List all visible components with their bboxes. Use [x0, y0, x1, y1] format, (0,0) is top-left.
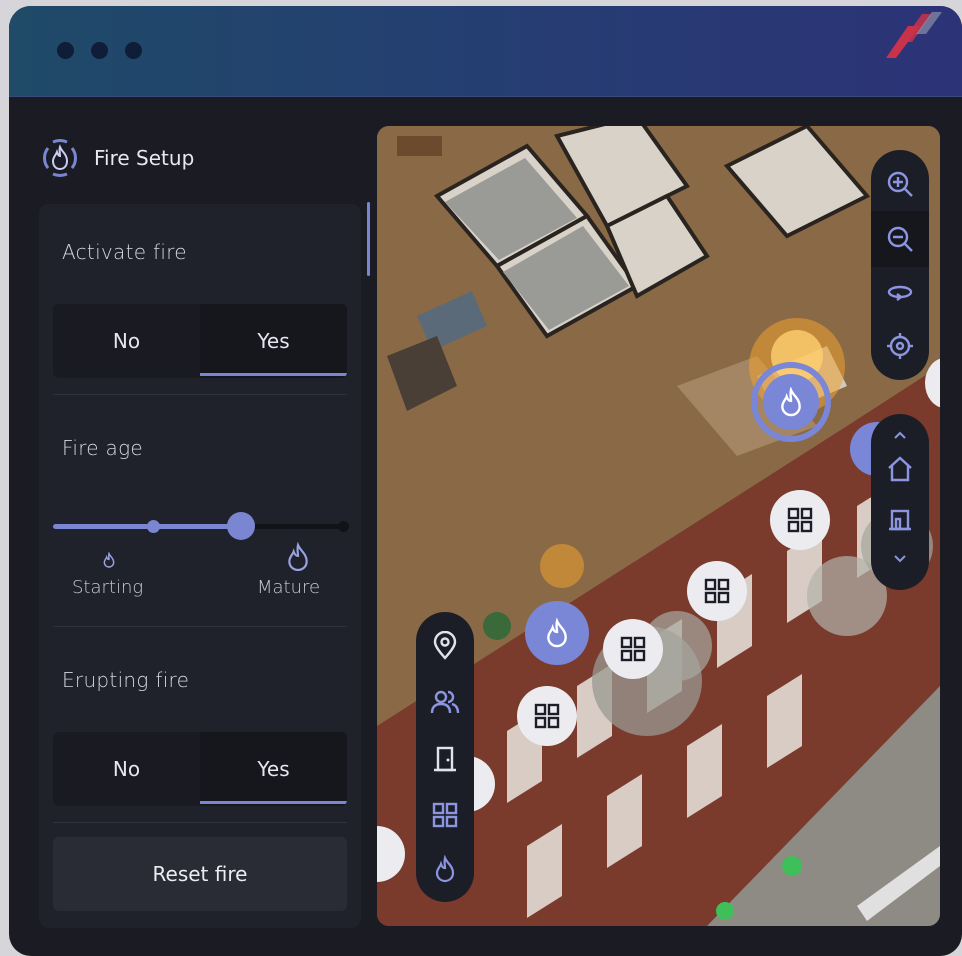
zoom-in-icon: [887, 172, 913, 198]
rotate-icon: [887, 286, 913, 302]
zoom-out-icon: [887, 226, 913, 252]
layer-windows-button[interactable]: [416, 788, 474, 843]
slider-thumb[interactable]: [227, 512, 256, 540]
house-icon: [888, 456, 912, 482]
chevron-down-icon: [894, 555, 906, 563]
layer-controls: [416, 612, 474, 902]
fire-icon: [435, 855, 455, 883]
activate-fire-yes-option[interactable]: Yes: [200, 304, 347, 378]
erupting-fire-label: Erupting fire: [62, 668, 190, 692]
slider-step-dot: [146, 520, 160, 533]
zoom-out-button[interactable]: [871, 210, 929, 267]
selected-indicator: [200, 801, 347, 804]
divider: [53, 626, 347, 627]
location-pin-icon: [433, 630, 457, 660]
recenter-icon: [887, 332, 913, 359]
window-grid-icon: [704, 578, 730, 604]
active-fire-marker[interactable]: [751, 362, 831, 442]
title-bar: [9, 6, 962, 97]
zoom-controls: [871, 150, 929, 380]
large-flame-icon: [288, 542, 308, 572]
divider: [53, 394, 347, 395]
fire-age-label: Fire age: [62, 436, 144, 460]
zoom-in-button[interactable]: [871, 158, 929, 211]
fire-target-icon: [43, 139, 77, 177]
window-dot[interactable]: [57, 42, 74, 59]
erupting-fire-no-option[interactable]: No: [53, 732, 200, 806]
erupting-fire-yes-option[interactable]: Yes: [200, 732, 347, 806]
rotate-button[interactable]: [871, 267, 929, 320]
floor-up-button[interactable]: [871, 424, 929, 446]
reset-fire-button[interactable]: Reset fire: [53, 837, 347, 911]
fire-age-slider[interactable]: [53, 511, 349, 541]
window-marker[interactable]: [687, 561, 747, 621]
divider: [53, 822, 347, 823]
building-view-button[interactable]: [871, 446, 929, 492]
activate-fire-label: Activate fire: [62, 240, 187, 264]
floor-view-button[interactable]: [871, 492, 929, 548]
recenter-button[interactable]: [871, 319, 929, 372]
chevron-up-icon: [894, 431, 906, 439]
small-flame-icon: [103, 552, 115, 568]
building-map-view[interactable]: [377, 126, 940, 926]
fire-age-min-label: Starting: [72, 577, 144, 598]
erupting-fire-toggle: No Yes: [53, 732, 347, 806]
window-grid-icon: [787, 507, 813, 533]
panel-title-text: Fire Setup: [94, 146, 195, 170]
slider-step-dot: [338, 521, 349, 532]
window-grid-icon: [432, 802, 458, 828]
stripes-logo-icon: [886, 12, 942, 58]
window-marker[interactable]: [517, 686, 577, 746]
floor-icon: [889, 509, 911, 531]
activate-fire-no-option[interactable]: No: [53, 304, 200, 378]
door-icon: [434, 746, 456, 772]
activate-fire-toggle: No Yes: [53, 304, 347, 378]
fire-setup-panel: Activate fire No Yes Fire age Starting M…: [39, 204, 361, 928]
window-marker[interactable]: [770, 490, 830, 550]
panel-scrollbar[interactable]: [367, 202, 370, 276]
panel-title: Fire Setup: [36, 139, 195, 177]
selected-indicator: [200, 373, 347, 376]
fire-icon: [781, 387, 801, 417]
window-dot[interactable]: [125, 42, 142, 59]
layer-fire-button[interactable]: [416, 843, 474, 896]
window-grid-icon: [534, 703, 560, 729]
fire-icon: [547, 618, 567, 648]
fire-marker-core: [763, 374, 819, 430]
window-dot[interactable]: [91, 42, 108, 59]
layer-people-button[interactable]: [416, 673, 474, 730]
layer-locations-button[interactable]: [416, 618, 474, 673]
window-marker[interactable]: [603, 619, 663, 679]
floor-controls: [871, 414, 929, 590]
floor-down-button[interactable]: [871, 548, 929, 570]
fire-age-max-label: Mature: [257, 577, 321, 598]
app-window: Fire Setup Activate fire No Yes Fire age…: [9, 6, 962, 956]
people-icon: [430, 690, 460, 713]
window-grid-icon: [620, 636, 646, 662]
fire-marker[interactable]: [525, 601, 589, 665]
layer-doors-button[interactable]: [416, 730, 474, 787]
